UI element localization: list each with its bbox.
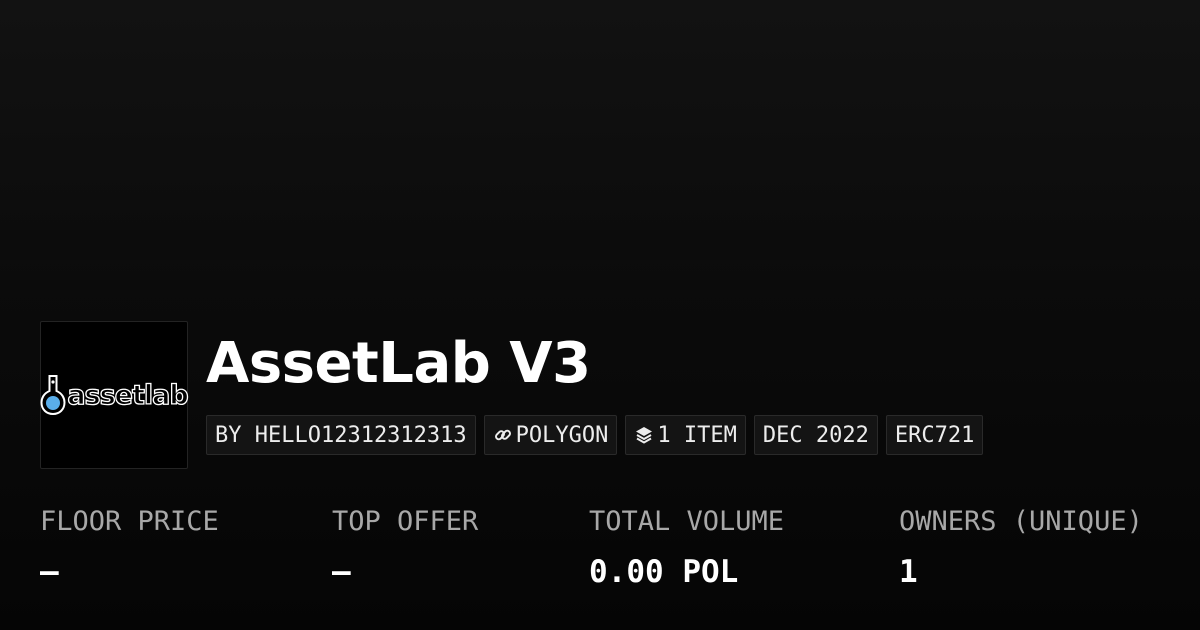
collection-card: assetlab AssetLab V3 BY HELLO12312312313… <box>0 0 1200 630</box>
stat-owners: OWNERS (UNIQUE) 1 <box>899 504 1143 590</box>
creator-label: BY HELLO12312312313 <box>215 422 467 448</box>
flask-icon <box>40 375 66 416</box>
layers-icon <box>636 427 653 444</box>
collection-badges: BY HELLO12312312313 POLYGON 1 ITEM DEC 2… <box>206 415 984 455</box>
chain-badge[interactable]: POLYGON <box>483 415 618 455</box>
creator-badge[interactable]: BY HELLO12312312313 <box>206 415 476 455</box>
date-badge: DEC 2022 <box>753 415 878 455</box>
link-icon <box>494 429 511 441</box>
collection-title: AssetLab V3 <box>206 331 591 396</box>
assetlab-logo: assetlab <box>40 374 190 416</box>
logo-wordmark: assetlab <box>67 379 190 411</box>
standard-label: ERC721 <box>894 422 975 448</box>
stat-value: – <box>332 554 351 590</box>
items-badge[interactable]: 1 ITEM <box>625 415 746 455</box>
stat-label: TOP OFFER <box>332 506 479 537</box>
stat-value: 0.00 POL <box>589 554 739 590</box>
stat-label: TOTAL VOLUME <box>589 506 785 537</box>
date-label: DEC 2022 <box>762 422 869 448</box>
stat-total-volume: TOTAL VOLUME 0.00 POL <box>589 504 784 590</box>
standard-badge: ERC721 <box>885 415 984 455</box>
collection-stats: FLOOR PRICE – TOP OFFER – TOTAL VOLUME 0… <box>0 504 1200 604</box>
stat-top-offer: TOP OFFER – <box>332 504 478 590</box>
stat-label: OWNERS (UNIQUE) <box>899 506 1143 537</box>
chain-label: POLYGON <box>515 422 609 448</box>
stat-value: – <box>40 554 59 590</box>
stat-label: FLOOR PRICE <box>40 506 219 537</box>
items-label: 1 ITEM <box>657 422 737 448</box>
stat-value: 1 <box>899 554 918 590</box>
collection-logo: assetlab <box>40 321 190 469</box>
stat-floor-price: FLOOR PRICE – <box>40 504 219 590</box>
